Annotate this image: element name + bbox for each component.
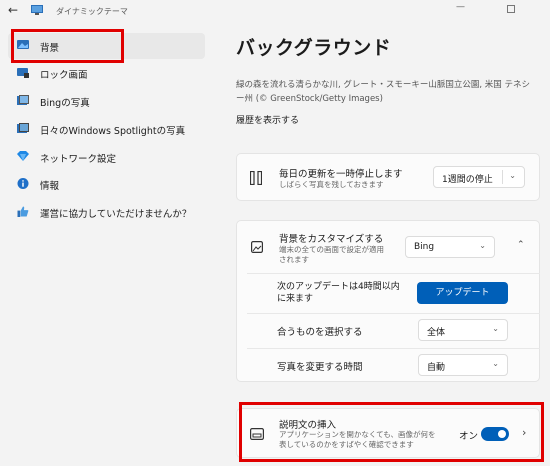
maximize-button[interactable] bbox=[507, 5, 515, 13]
background-source-dropdown[interactable]: Bing ⌄ bbox=[405, 236, 495, 258]
info-icon bbox=[17, 178, 29, 189]
divider bbox=[247, 348, 540, 349]
toggle-state-label: オン bbox=[459, 431, 479, 442]
sidebar-item-label: Bingの写真 bbox=[40, 98, 90, 109]
window-title: ダイナミックテーマ bbox=[56, 7, 128, 16]
pause-duration-dropdown[interactable]: 1週間の停止 ⌄ bbox=[433, 166, 525, 188]
app-icon bbox=[31, 5, 43, 15]
description-title: 説明文の挿入 bbox=[279, 420, 337, 431]
dropdown-separator bbox=[502, 170, 503, 184]
fit-dropdown[interactable]: 全体 ⌄ bbox=[418, 319, 508, 341]
page-title: バックグラウンド bbox=[236, 37, 392, 59]
history-link[interactable]: 履歴を表示する bbox=[236, 113, 299, 126]
description-subtitle: アプリケーションを開かなくても、画像が何を表しているのかをすばやく確認できます bbox=[279, 430, 436, 449]
fit-label: 合うものを選択する bbox=[277, 327, 363, 338]
dropdown-value: 自動 bbox=[427, 363, 446, 373]
network-icon bbox=[17, 151, 29, 161]
change-time-dropdown[interactable]: 自動 ⌄ bbox=[418, 354, 508, 376]
next-update-text: 次のアップデートは4時間以内に来ます bbox=[277, 282, 400, 304]
sidebar-item-label: ネットワーク設定 bbox=[40, 154, 117, 165]
minimize-button[interactable]: — bbox=[456, 2, 465, 12]
description-card[interactable]: 説明文の挿入 アプリケーションを開かなくても、画像が何を表しているのかをすばやく… bbox=[236, 408, 540, 458]
sidebar-item-label: 運営に協力していただけませんか？ bbox=[40, 209, 192, 220]
sidebar-item-label: 情報 bbox=[40, 181, 60, 192]
picture-icon bbox=[251, 241, 263, 253]
chevron-down-icon: ⌄ bbox=[479, 241, 486, 250]
customize-background-card: 背景をカスタマイズする 端末の全ての画面で設定が適用されます Bing ⌄ ⌃ … bbox=[236, 220, 540, 382]
pause-icon bbox=[250, 171, 262, 185]
customize-subtitle: 端末の全ての画面で設定が適用されます bbox=[279, 245, 384, 264]
description-toggle[interactable] bbox=[481, 427, 509, 441]
sidebar-item-label: 日々のWindows Spotlightの写真 bbox=[40, 126, 186, 137]
sidebar-item-network[interactable]: ネットワーク設定 bbox=[8, 144, 205, 170]
change-time-label: 写真を変更する時間 bbox=[277, 362, 363, 373]
divider bbox=[247, 313, 540, 314]
chevron-down-icon: ⌄ bbox=[492, 324, 499, 333]
toggle-knob bbox=[498, 430, 506, 438]
sidebar-item-label: 背景 bbox=[40, 43, 60, 54]
pause-title: 毎日の更新を一時停止します bbox=[279, 169, 403, 180]
lock-screen-icon bbox=[17, 68, 29, 78]
sidebar-item-spotlight[interactable]: 日々のWindows Spotlightの写真 bbox=[8, 116, 205, 142]
dropdown-value: 全体 bbox=[427, 328, 446, 338]
sidebar-item-background[interactable]: 背景 bbox=[8, 33, 205, 59]
sidebar-item-bing-photo[interactable]: Bingの写真 bbox=[8, 88, 205, 114]
pause-subtitle: しばらく写真を残しておきます bbox=[279, 180, 384, 189]
sidebar-item-info[interactable]: 情報 bbox=[8, 171, 205, 197]
chevron-right-icon[interactable]: › bbox=[522, 426, 526, 439]
spotlight-icon bbox=[17, 123, 29, 133]
customize-title: 背景をカスタマイズする bbox=[279, 234, 384, 245]
dropdown-value: Bing bbox=[414, 242, 435, 252]
update-button[interactable]: アップデート bbox=[417, 282, 508, 304]
sidebar-item-feedback[interactable]: 運営に協力していただけませんか？ bbox=[8, 199, 205, 225]
divider bbox=[247, 273, 540, 274]
image-caption: 緑の森を流れる清らかな川, グレート・スモーキー山脈国立公園, 米国 テネシー州… bbox=[236, 80, 531, 104]
title-bar: ← ダイナミックテーマ — bbox=[0, 0, 550, 22]
desktop-background-icon bbox=[17, 40, 29, 49]
thumbs-up-icon bbox=[17, 206, 29, 217]
back-arrow-icon[interactable]: ← bbox=[8, 4, 20, 16]
chevron-down-icon: ⌄ bbox=[509, 171, 516, 180]
dropdown-value: 1週間の停止 bbox=[442, 175, 493, 185]
sidebar-item-lock-screen[interactable]: ロック画面 bbox=[8, 60, 205, 86]
caption-icon bbox=[250, 428, 264, 440]
sidebar-item-label: ロック画面 bbox=[40, 70, 88, 81]
photo-icon bbox=[17, 95, 29, 105]
chevron-down-icon: ⌄ bbox=[492, 359, 499, 368]
pause-updates-card: 毎日の更新を一時停止します しばらく写真を残しておきます 1週間の停止 ⌄ bbox=[236, 153, 540, 201]
chevron-up-icon[interactable]: ⌃ bbox=[517, 240, 525, 250]
